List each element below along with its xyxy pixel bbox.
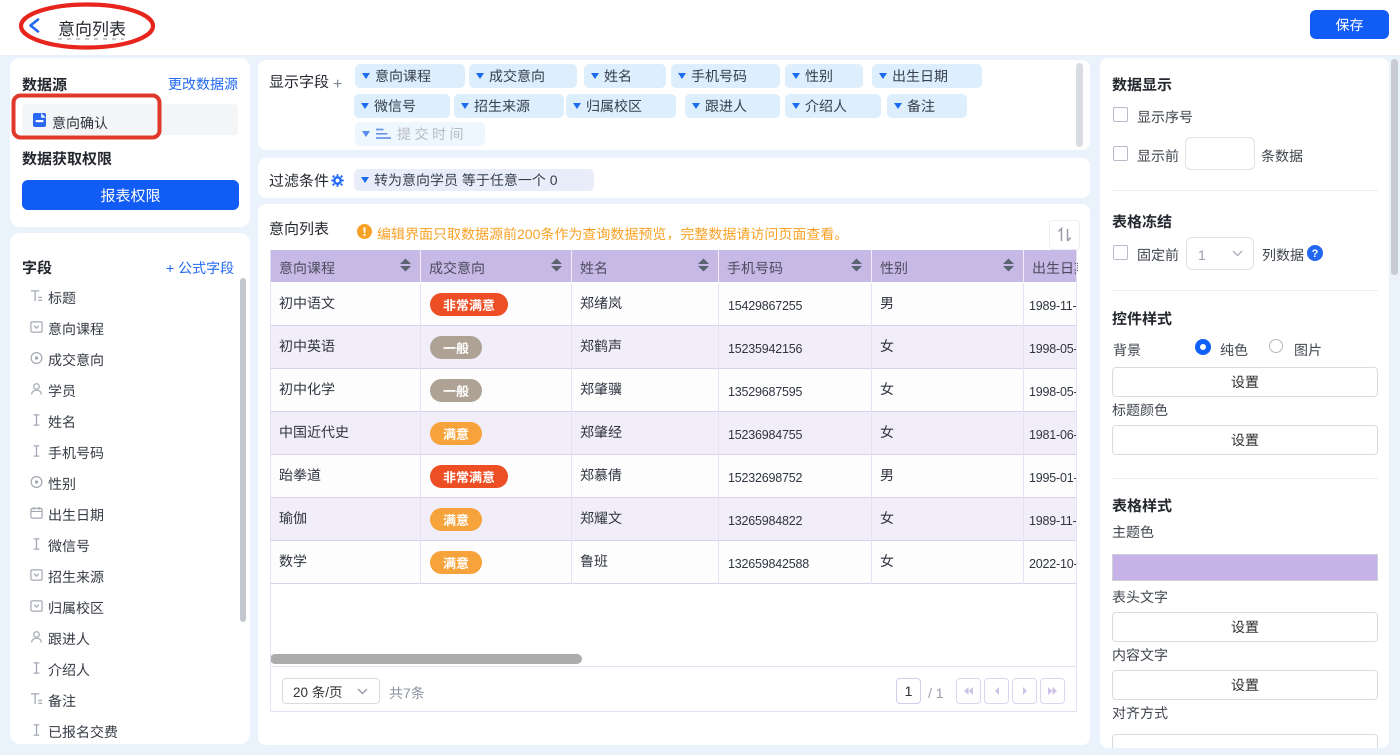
svg-text:?: ? <box>1312 248 1319 260</box>
